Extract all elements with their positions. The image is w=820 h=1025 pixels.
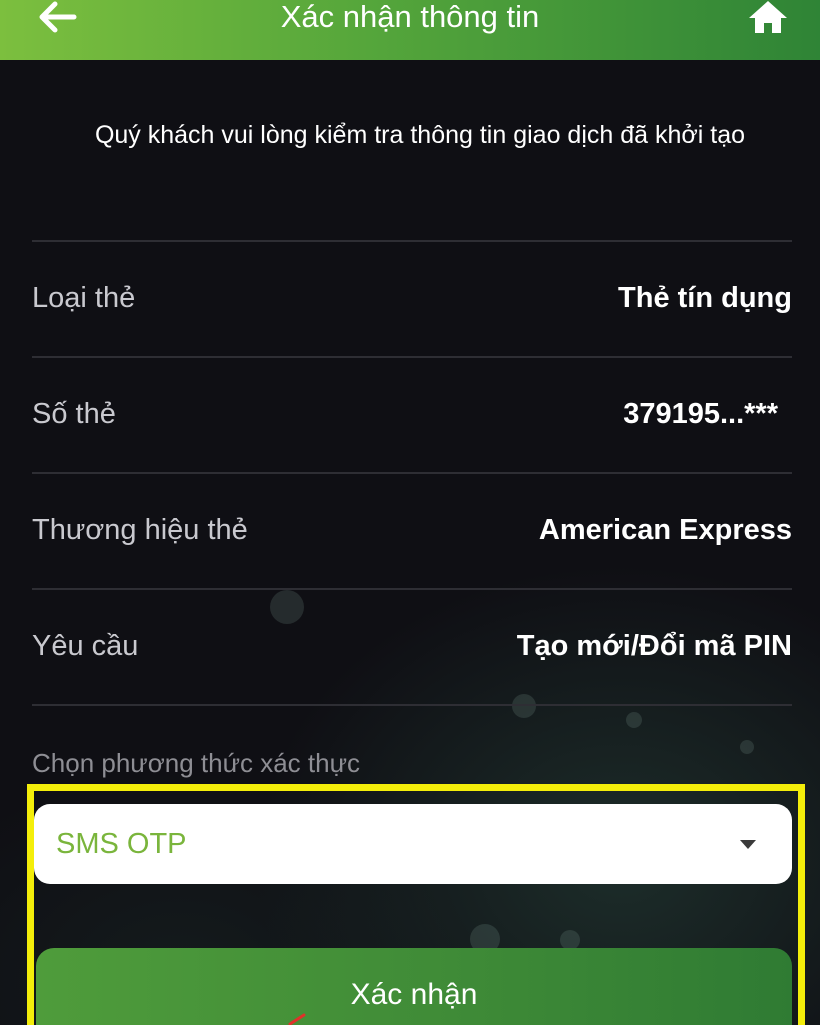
divider [32, 472, 792, 474]
home-button[interactable] [744, 0, 792, 38]
detail-label: Số thẻ [32, 397, 116, 430]
detail-value: Thẻ tín dụng [618, 281, 792, 314]
detail-label: Loại thẻ [32, 281, 136, 314]
background-bokeh [626, 712, 642, 728]
detail-row-request: Yêu cầu Tạo mới/Đổi mã PIN [32, 616, 792, 676]
detail-label: Yêu cầu [32, 629, 139, 662]
auth-method-label: Chọn phương thức xác thực [32, 748, 360, 778]
detail-row-card-type: Loại thẻ Thẻ tín dụng [32, 268, 792, 328]
background-bokeh [740, 740, 754, 754]
auth-method-selected-value: SMS OTP [56, 827, 187, 860]
confirm-button-label: Xác nhận [350, 978, 478, 1011]
background-bokeh [512, 694, 536, 718]
divider [32, 240, 792, 242]
auth-method-select[interactable]: SMS OTP [34, 804, 792, 884]
divider [32, 704, 792, 706]
page-title: Xác nhận thông tin [280, 0, 540, 34]
home-icon [747, 0, 789, 40]
detail-value: American Express [538, 513, 792, 546]
confirm-button[interactable]: Xác nhận [36, 948, 792, 1025]
instruction-text: Quý khách vui lòng kiểm tra thông tin gi… [94, 121, 746, 149]
divider [32, 588, 792, 590]
detail-value: Tạo mới/Đổi mã PIN [516, 629, 792, 662]
detail-row-card-number: Số thẻ 379195...*** [32, 384, 792, 444]
divider [32, 356, 792, 358]
detail-row-card-brand: Thương hiệu thẻ American Express [32, 500, 792, 560]
app-header: Xác nhận thông tin [0, 0, 820, 60]
confirm-info-screen: Xác nhận thông tin Quý khách vui lòng ki… [0, 0, 820, 1025]
pointer-arrow-icon [288, 1012, 308, 1025]
detail-label: Thương hiệu thẻ [32, 513, 248, 546]
chevron-down-icon [740, 839, 756, 849]
detail-value: 379195...*** [623, 397, 778, 430]
